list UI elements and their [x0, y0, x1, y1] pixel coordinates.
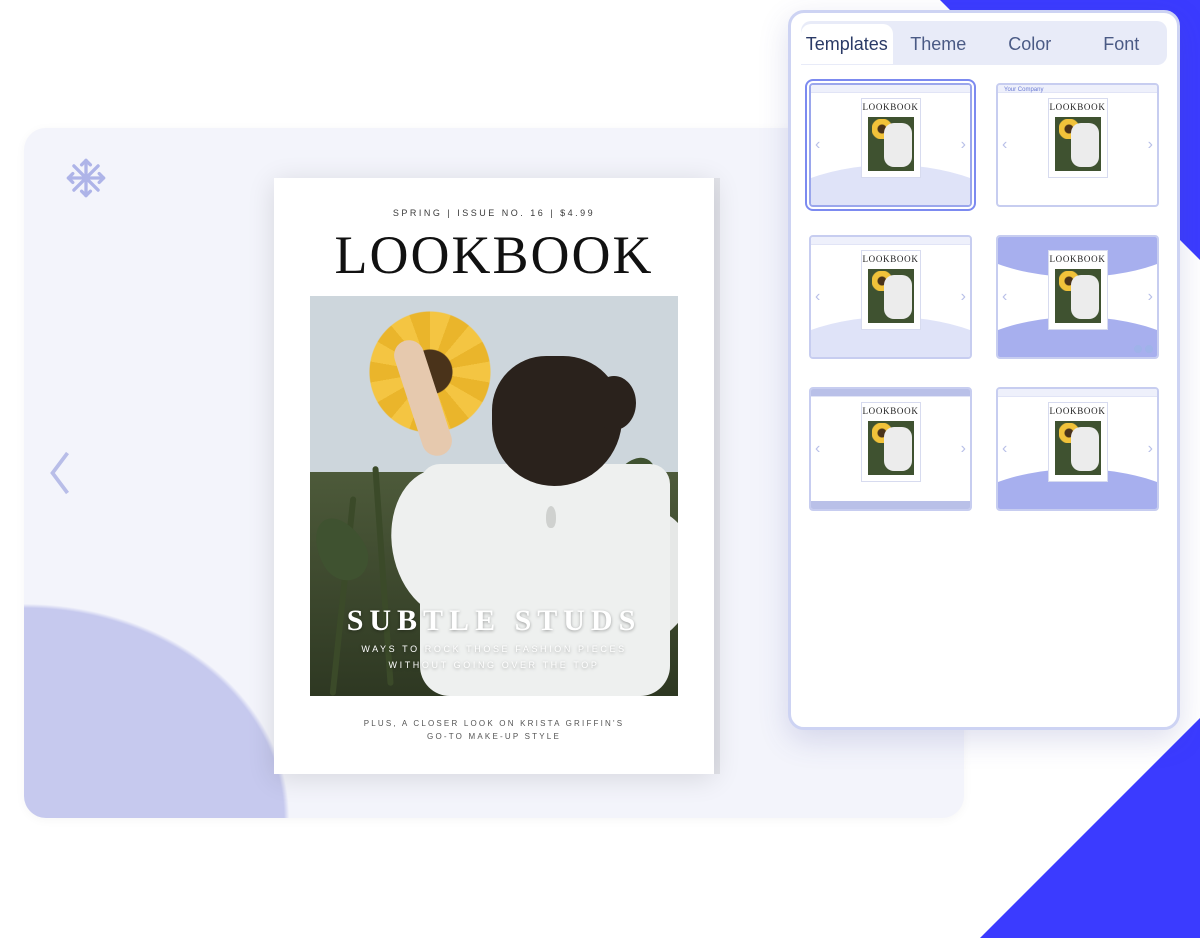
template-thumb-3[interactable]: ‹ › LOOKBOOK [809, 235, 972, 359]
thumb-mini-cover: LOOKBOOK [1049, 251, 1107, 329]
thumb-mini-cover: LOOKBOOK [862, 99, 920, 177]
magazine-cover[interactable]: SPRING | ISSUE NO. 16 | $4.99 LOOKBOOK S… [274, 178, 714, 774]
mini-title: LOOKBOOK [1049, 251, 1107, 264]
cover-footer: PLUS, A CLOSER LOOK ON KRISTA GRIFFIN'S … [274, 718, 714, 744]
mini-title: LOOKBOOK [862, 99, 920, 112]
tab-theme[interactable]: Theme [893, 24, 985, 65]
page-prev-button[interactable] [38, 441, 82, 505]
cover-headline: SUBTLE STUDS [274, 604, 714, 638]
template-thumb-4[interactable]: ‹ › LOOKBOOK [996, 235, 1159, 359]
tab-font[interactable]: Font [1076, 24, 1168, 65]
template-thumb-1[interactable]: ‹ › LOOKBOOK [809, 83, 972, 207]
template-grid: ‹ › LOOKBOOK Your Company ‹ › LOOKBOOK ‹… [805, 73, 1163, 521]
thumb-next-icon: › [1148, 288, 1153, 306]
mini-title: LOOKBOOK [1049, 99, 1107, 112]
thumb-next-icon: › [1148, 136, 1153, 154]
thumb-prev-icon: ‹ [1002, 288, 1007, 306]
thumb-dots [1134, 345, 1153, 353]
cover-title: LOOKBOOK [274, 224, 714, 286]
cover-headline-block: SUBTLE STUDS WAYS TO ROCK THOSE FASHION … [274, 604, 714, 670]
thumb-prev-icon: ‹ [1002, 440, 1007, 458]
cover-footer-2: GO-TO MAKE-UP STYLE [274, 731, 714, 744]
cover-meta: SPRING | ISSUE NO. 16 | $4.99 [274, 178, 714, 218]
panel-tabs: Templates Theme Color Font [801, 21, 1167, 65]
thumb-next-icon: › [961, 440, 966, 458]
thumb-next-icon: › [961, 288, 966, 306]
thumb-prev-icon: ‹ [815, 136, 820, 154]
template-thumb-2[interactable]: Your Company ‹ › LOOKBOOK [996, 83, 1159, 207]
template-thumb-5[interactable]: ‹ › LOOKBOOK [809, 387, 972, 511]
cover-sub-2: WITHOUT GOING OVER THE TOP [274, 660, 714, 670]
thumb-next-icon: › [1148, 440, 1153, 458]
thumb-mini-cover: LOOKBOOK [862, 403, 920, 481]
template-thumb-6[interactable]: ‹ › LOOKBOOK [996, 387, 1159, 511]
decor-triangle-bottom [980, 718, 1200, 938]
thumb-prev-icon: ‹ [1002, 136, 1007, 154]
app-logo [64, 156, 108, 200]
thumb-prev-icon: ‹ [815, 440, 820, 458]
thumb-company-label: Your Company [1004, 87, 1043, 93]
tab-color[interactable]: Color [984, 24, 1076, 65]
cover-sub-1: WAYS TO ROCK THOSE FASHION PIECES [274, 644, 714, 654]
thumb-mini-cover: LOOKBOOK [1049, 403, 1107, 481]
thumb-prev-icon: ‹ [815, 288, 820, 306]
chevron-left-icon [45, 447, 75, 499]
thumb-mini-cover: LOOKBOOK [1049, 99, 1107, 177]
cover-footer-1: PLUS, A CLOSER LOOK ON KRISTA GRIFFIN'S [274, 718, 714, 731]
mini-title: LOOKBOOK [862, 251, 920, 264]
mini-title: LOOKBOOK [1049, 403, 1107, 416]
design-panel: Templates Theme Color Font ‹ › LOOKBOOK … [788, 10, 1180, 730]
thumb-next-icon: › [961, 136, 966, 154]
thumb-mini-cover: LOOKBOOK [862, 251, 920, 329]
tab-templates[interactable]: Templates [801, 24, 893, 65]
mini-title: LOOKBOOK [862, 403, 920, 416]
snowflake-icon [64, 156, 108, 200]
